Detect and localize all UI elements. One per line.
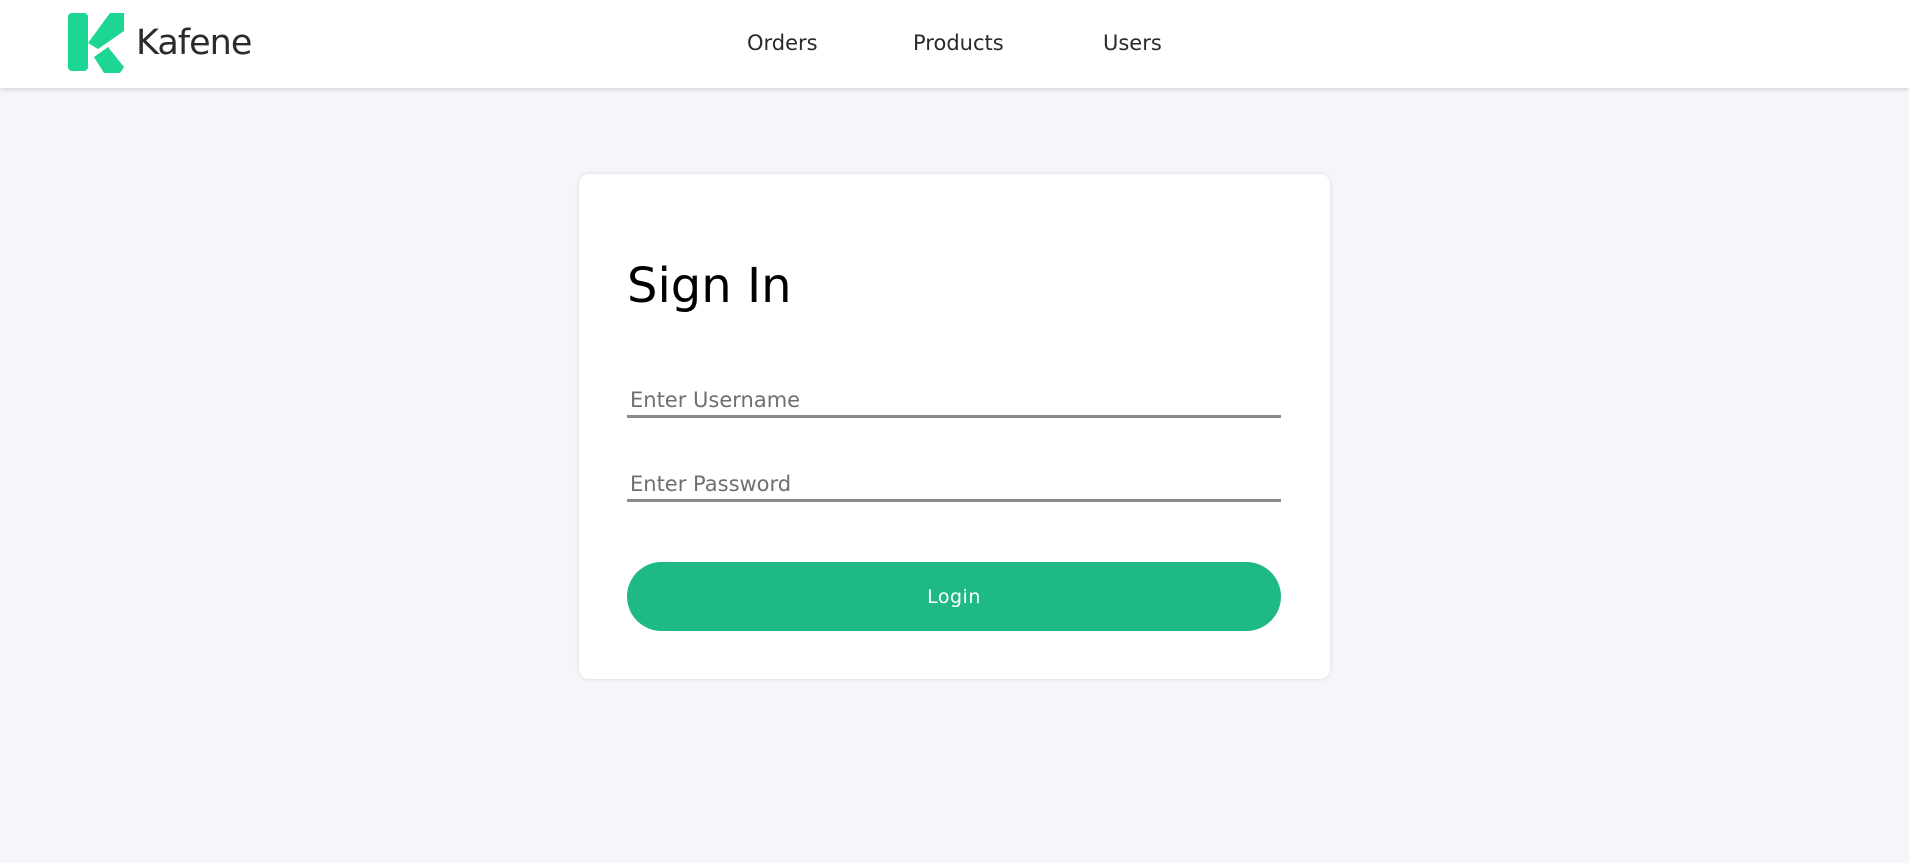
nav-link-orders[interactable]: Orders (747, 31, 818, 55)
login-button[interactable]: Login (627, 562, 1281, 631)
username-input[interactable] (627, 384, 1281, 418)
top-header: Kafene Orders Products Users (0, 0, 1909, 88)
sign-in-card: Sign In Login (579, 174, 1330, 679)
sign-in-title: Sign In (627, 258, 792, 314)
nav-link-products[interactable]: Products (913, 31, 1004, 55)
main-nav: Orders Products Users (0, 0, 1909, 88)
password-input[interactable] (627, 468, 1281, 502)
nav-link-users[interactable]: Users (1103, 31, 1162, 55)
